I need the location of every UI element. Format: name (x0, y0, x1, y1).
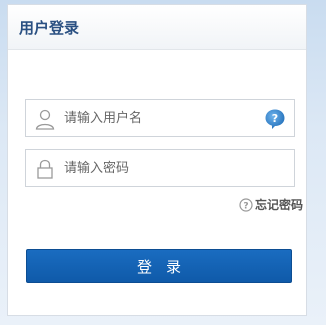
question-circle-icon: ? (239, 197, 253, 212)
svg-text:?: ? (243, 201, 248, 211)
username-input[interactable] (64, 100, 264, 136)
forgot-password-link[interactable]: ? 忘记密码 (239, 196, 303, 213)
login-panel: 用户登录 ? ? 忘记密码 (7, 4, 307, 316)
help-icon[interactable]: ? (264, 108, 286, 130)
user-icon (35, 109, 55, 130)
panel-title: 用户登录 (19, 19, 80, 37)
panel-header: 用户登录 (8, 5, 306, 50)
svg-text:?: ? (272, 112, 278, 125)
password-field[interactable] (25, 149, 295, 187)
password-input[interactable] (64, 150, 264, 186)
forgot-password-label: 忘记密码 (254, 198, 303, 212)
login-button[interactable]: 登录 (26, 249, 292, 283)
username-field[interactable]: ? (25, 99, 295, 137)
lock-icon (37, 159, 53, 179)
